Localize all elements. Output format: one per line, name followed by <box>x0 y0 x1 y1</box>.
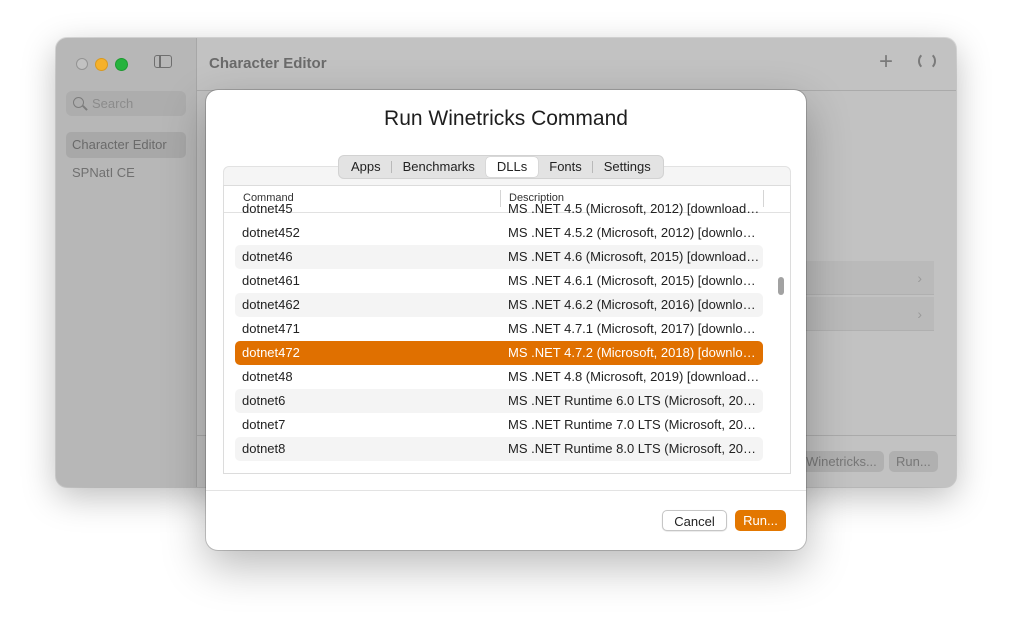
cancel-button[interactable]: Cancel <box>662 510 727 531</box>
command-cell: dotnet471 <box>242 321 300 336</box>
column-divider[interactable] <box>763 190 764 207</box>
table-row[interactable]: dotnet46 MS .NET 4.6 (Microsoft, 2015) [… <box>235 245 763 269</box>
tab-bar: Apps Benchmarks DLLs Fonts Settings <box>338 155 664 179</box>
commands-table: Command Description dotnet45 MS .NET 4.5… <box>223 185 791 474</box>
description-cell: MS .NET 4.8 (Microsoft, 2019) [downloade… <box>508 369 760 384</box>
run-button[interactable]: Run... <box>735 510 786 531</box>
table-row[interactable]: dotnet48 MS .NET 4.8 (Microsoft, 2019) [… <box>235 365 763 389</box>
dialog-title: Run Winetricks Command <box>384 107 628 130</box>
description-cell: MS .NET Runtime 6.0 LTS (Microsoft, 2023… <box>508 393 760 408</box>
sidebar-item-character-editor[interactable]: Character Editor <box>66 132 186 158</box>
search-placeholder: Search <box>92 96 134 111</box>
tab-settings[interactable]: Settings <box>593 157 662 177</box>
close-window-button[interactable] <box>76 58 88 70</box>
command-cell: dotnet45 <box>242 201 293 216</box>
run-button-background[interactable]: Run... <box>889 451 938 472</box>
table-row[interactable]: dotnet45 MS .NET 4.5 (Microsoft, 2012) [… <box>235 197 763 221</box>
description-cell: MS .NET 4.6.2 (Microsoft, 2016) [downloa… <box>508 297 760 312</box>
command-cell: dotnet472 <box>242 345 300 360</box>
description-cell: MS .NET 4.6.1 (Microsoft, 2015) [downloa… <box>508 273 760 288</box>
tab-benchmarks[interactable]: Benchmarks <box>392 157 486 177</box>
search-icon <box>72 96 88 112</box>
tab-fonts[interactable]: Fonts <box>538 157 593 177</box>
tab-dlls[interactable]: DLLs <box>485 157 539 177</box>
command-cell: dotnet8 <box>242 441 286 456</box>
table-row[interactable]: dotnet471 MS .NET 4.7.1 (Microsoft, 2017… <box>235 317 763 341</box>
table-row[interactable]: dotnet462 MS .NET 4.6.2 (Microsoft, 2016… <box>235 293 763 317</box>
vertical-scrollbar[interactable] <box>774 213 788 473</box>
description-cell: MS .NET 4.5 (Microsoft, 2012) [downloade… <box>508 201 760 216</box>
description-cell: MS .NET 4.7.1 (Microsoft, 2017) [downloa… <box>508 321 760 336</box>
sidebar: Search Character Editor SPNatI CE <box>56 38 197 487</box>
description-cell: MS .NET 4.7.2 (Microsoft, 2018) [downloa… <box>508 345 760 360</box>
command-cell: dotnet46 <box>242 249 293 264</box>
scrollbar-thumb[interactable] <box>778 277 784 295</box>
command-cell: dotnet452 <box>242 225 300 240</box>
window-title: Character Editor <box>209 55 327 72</box>
refresh-icon[interactable] <box>918 52 936 70</box>
tab-apps[interactable]: Apps <box>340 157 392 177</box>
sidebar-item-spnati-ce[interactable]: SPNatI CE <box>66 160 186 186</box>
table-row[interactable]: dotnet452 MS .NET 4.5.2 (Microsoft, 2012… <box>235 221 763 245</box>
chevron-right-icon: › <box>917 306 922 322</box>
table-row[interactable]: dotnet6 MS .NET Runtime 6.0 LTS (Microso… <box>235 389 763 413</box>
sidebar-toggle-icon[interactable] <box>154 55 172 68</box>
command-cell: dotnet7 <box>242 417 286 432</box>
winetricks-dialog: Run Winetricks Command Command Descripti… <box>206 90 806 550</box>
command-cell: dotnet6 <box>242 393 286 408</box>
command-cell: dotnet462 <box>242 297 300 312</box>
description-cell: MS .NET 4.5.2 (Microsoft, 2012) [downloa… <box>508 225 760 240</box>
description-cell: MS .NET Runtime 8.0 LTS (Microsoft, 2024… <box>508 441 760 456</box>
table-row[interactable]: dotnet461 MS .NET 4.6.1 (Microsoft, 2015… <box>235 269 763 293</box>
table-row-selected[interactable]: dotnet472 MS .NET 4.7.2 (Microsoft, 2018… <box>235 341 763 365</box>
command-cell: dotnet48 <box>242 369 293 384</box>
winetricks-button[interactable]: Winetricks... <box>799 451 884 472</box>
minimize-window-button[interactable] <box>95 58 108 71</box>
table-row[interactable]: dotnet8 MS .NET Runtime 8.0 LTS (Microso… <box>235 437 763 461</box>
add-icon[interactable]: + <box>879 50 893 74</box>
command-cell: dotnet461 <box>242 273 300 288</box>
table-row[interactable]: dotnet7 MS .NET Runtime 7.0 LTS (Microso… <box>235 413 763 437</box>
dialog-footer-divider <box>206 490 806 491</box>
description-cell: MS .NET Runtime 7.0 LTS (Microsoft, 2023… <box>508 417 760 432</box>
search-field[interactable]: Search <box>66 91 186 116</box>
zoom-window-button[interactable] <box>115 58 128 71</box>
chevron-right-icon: › <box>917 270 922 286</box>
description-cell: MS .NET 4.6 (Microsoft, 2015) [downloade… <box>508 249 760 264</box>
